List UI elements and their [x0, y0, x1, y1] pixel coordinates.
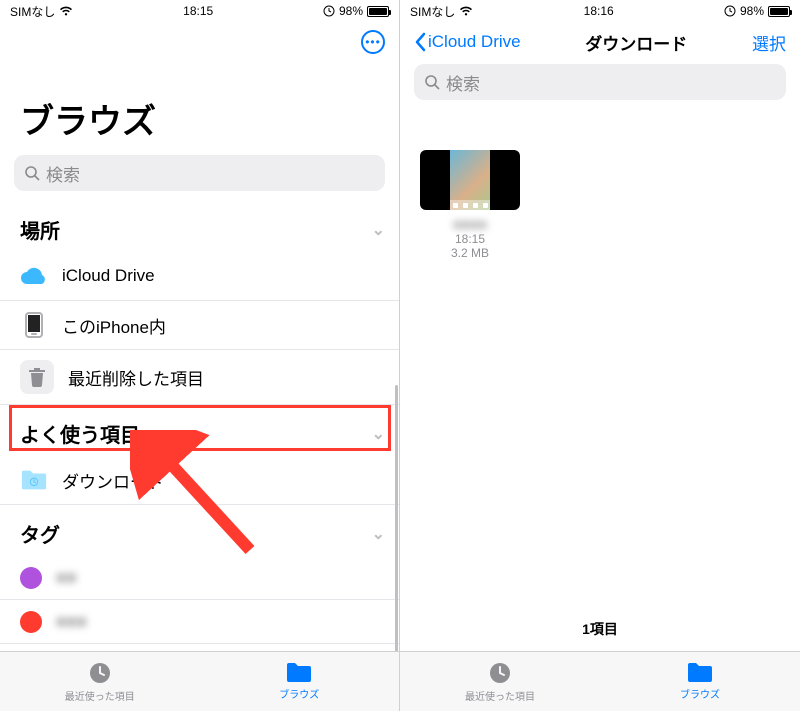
time-label: 18:15 [183, 4, 213, 18]
chevron-down-icon: ⌄ [372, 220, 385, 240]
search-icon [424, 74, 440, 90]
browse-pane: SIMなし 18:15 98% ••• ブラウズ 検索 場所 ⌄ iCloud … [0, 0, 400, 711]
battery-pct: 98% [339, 4, 363, 18]
wifi-icon [459, 6, 473, 16]
favorite-downloads[interactable]: ダウンロード [0, 456, 399, 505]
tab-bar: 最近使った項目 ブラウズ [400, 651, 800, 711]
battery-icon [367, 6, 389, 17]
time-label: 18:16 [584, 4, 614, 18]
file-item[interactable]: ■■■■ 18:15 3.2 MB [420, 150, 520, 260]
item-count: 1項目 [400, 607, 800, 651]
file-name: ■■■■ [453, 216, 487, 232]
select-button[interactable]: 選択 [752, 30, 786, 55]
carrier-label: SIMなし [10, 3, 55, 20]
location-recently-deleted[interactable]: 最近削除した項目 [0, 350, 399, 405]
clock-icon [487, 660, 513, 686]
location-on-iphone[interactable]: このiPhone内 [0, 301, 399, 350]
favorites-header[interactable]: よく使う項目 ⌄ [0, 405, 399, 456]
tab-browse[interactable]: ブラウズ [600, 652, 800, 711]
nav-bar: ••• [0, 20, 399, 64]
folder-icon [686, 662, 714, 684]
search-input[interactable]: 検索 [414, 64, 786, 100]
tag-row[interactable]: ■■■ [0, 600, 399, 644]
search-icon [24, 165, 40, 181]
more-button[interactable]: ••• [361, 30, 385, 54]
tab-bar: 最近使った項目 ブラウズ [0, 651, 399, 711]
status-bar: SIMなし 18:16 98% [400, 0, 800, 20]
nav-bar: iCloud Drive ダウンロード 選択 [400, 20, 800, 64]
clock-icon [87, 660, 113, 686]
cloud-icon [20, 262, 48, 290]
content-area: 場所 ⌄ iCloud Drive このiPhone内 最近削除した項目 よく使… [0, 201, 399, 651]
tag-row[interactable]: ■■■ [0, 644, 399, 651]
tag-dot-icon [20, 611, 42, 633]
chevron-left-icon [414, 32, 426, 52]
carrier-label: SIMなし [410, 3, 455, 20]
scroll-indicator[interactable] [395, 385, 398, 651]
tab-browse[interactable]: ブラウズ [200, 652, 400, 711]
chevron-down-icon: ⌄ [372, 524, 385, 544]
back-button[interactable]: iCloud Drive [414, 32, 521, 52]
wifi-icon [59, 6, 73, 16]
tags-header[interactable]: タグ ⌄ [0, 505, 399, 556]
alarm-icon [323, 5, 335, 17]
file-time: 18:15 [455, 232, 485, 246]
locations-header[interactable]: 場所 ⌄ [0, 201, 399, 252]
chevron-down-icon: ⌄ [372, 424, 385, 444]
file-size: 3.2 MB [451, 246, 489, 260]
page-title: ブラウズ [0, 64, 399, 155]
trash-icon [20, 360, 54, 394]
battery-icon [768, 6, 790, 17]
alarm-icon [724, 5, 736, 17]
iphone-icon [20, 311, 48, 339]
tag-dot-icon [20, 567, 42, 589]
battery-pct: 98% [740, 4, 764, 18]
search-placeholder: 検索 [46, 161, 80, 186]
file-thumbnail [420, 150, 520, 210]
folder-icon [20, 466, 48, 494]
tab-recents[interactable]: 最近使った項目 [400, 652, 600, 711]
tag-row[interactable]: ■■ [0, 556, 399, 600]
folder-icon [285, 662, 313, 684]
nav-title: ダウンロード [585, 30, 687, 55]
tab-recents[interactable]: 最近使った項目 [0, 652, 200, 711]
location-icloud[interactable]: iCloud Drive [0, 252, 399, 301]
folder-pane: SIMなし 18:16 98% iCloud Drive ダウンロード 選択 検… [400, 0, 800, 711]
file-grid: ■■■■ 18:15 3.2 MB [400, 110, 800, 607]
status-bar: SIMなし 18:15 98% [0, 0, 399, 20]
search-placeholder: 検索 [446, 70, 480, 95]
search-input[interactable]: 検索 [14, 155, 385, 191]
